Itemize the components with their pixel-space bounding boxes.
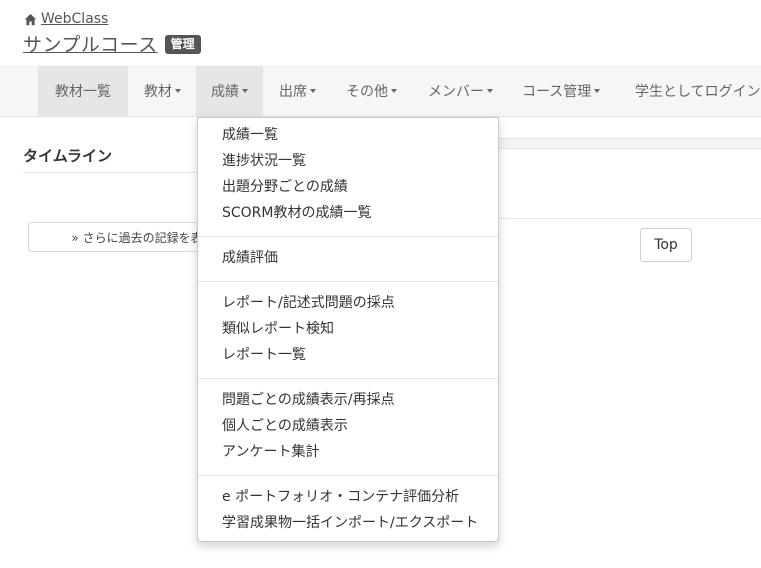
home-link[interactable]: WebClass <box>24 11 108 27</box>
nav-other[interactable]: その他 <box>346 66 397 116</box>
admin-badge: 管理 <box>164 35 201 54</box>
menu-item-grades-by-field[interactable]: 出題分野ごとの成績 <box>222 178 348 196</box>
nav-login-as-student-label: 学生としてログイン <box>635 84 761 100</box>
menu-divider <box>198 475 498 476</box>
menu-item-report-list[interactable]: レポート一覧 <box>222 346 306 364</box>
menu-item-bulk-import-export[interactable]: 学習成果物一括インポート/エクスポート <box>222 514 478 532</box>
nav-materials-list-label: 教材一覧 <box>55 84 111 100</box>
nav-course-admin[interactable]: コース管理 <box>522 66 601 116</box>
nav-course-admin-label: コース管理 <box>522 84 592 100</box>
caret-down-icon <box>310 89 316 93</box>
nav-grades[interactable]: 成績 <box>196 66 263 116</box>
home-icon <box>24 13 37 25</box>
menu-item-grades-list[interactable]: 成績一覧 <box>222 126 278 144</box>
caret-down-icon <box>242 89 248 93</box>
menu-item-grade-evaluation[interactable]: 成績評価 <box>222 249 278 267</box>
timeline-title: タイムライン <box>23 147 112 165</box>
nav-materials-list[interactable]: 教材一覧 <box>38 66 128 116</box>
menu-item-grades-by-person[interactable]: 個人ごとの成績表示 <box>222 417 348 435</box>
nav-attendance[interactable]: 出席 <box>279 66 316 116</box>
nav-other-label: その他 <box>346 84 388 100</box>
timeline-strip <box>480 138 761 149</box>
caret-down-icon <box>175 89 181 93</box>
caret-down-icon <box>594 89 601 93</box>
menu-item-survey-summary[interactable]: アンケート集計 <box>222 443 319 461</box>
grades-dropdown-menu: 成績一覧 進捗状況一覧 出題分野ごとの成績 SCORM教材の成績一覧 成績評価 … <box>197 117 499 542</box>
menu-divider <box>198 378 498 379</box>
course-navbar: 教材一覧 教材 成績 出席 その他 メンバー コース管理 学生としてログイン <box>0 65 761 117</box>
course-name-link[interactable]: サンプルコース <box>23 30 158 57</box>
divider <box>23 172 203 173</box>
nav-materials[interactable]: 教材 <box>144 66 181 116</box>
course-header: サンプルコース 管理 <box>23 30 201 57</box>
menu-item-grades-by-question[interactable]: 問題ごとの成績表示/再採点 <box>222 391 395 409</box>
caret-down-icon <box>487 89 493 93</box>
menu-item-progress-list[interactable]: 進捗状況一覧 <box>222 152 306 170</box>
menu-item-similar-report-detection[interactable]: 類似レポート検知 <box>222 320 334 338</box>
divider <box>480 218 761 219</box>
menu-item-eportfolio-analysis[interactable]: e ポートフォリオ・コンテナ評価分析 <box>222 488 459 506</box>
home-link-label: WebClass <box>41 11 109 27</box>
nav-login-as-student[interactable]: 学生としてログイン <box>635 66 761 116</box>
menu-item-scorm-grades[interactable]: SCORM教材の成績一覧 <box>222 204 372 222</box>
nav-members-label: メンバー <box>428 84 484 100</box>
caret-down-icon <box>391 89 397 93</box>
nav-materials-label: 教材 <box>144 84 172 100</box>
menu-item-report-grading[interactable]: レポート/記述式問題の採点 <box>222 294 395 312</box>
nav-attendance-label: 出席 <box>279 84 307 100</box>
scroll-top-button[interactable]: Top <box>640 228 692 262</box>
menu-divider <box>198 236 498 237</box>
nav-grades-label: 成績 <box>211 84 239 100</box>
nav-members[interactable]: メンバー <box>428 66 493 116</box>
menu-divider <box>198 281 498 282</box>
